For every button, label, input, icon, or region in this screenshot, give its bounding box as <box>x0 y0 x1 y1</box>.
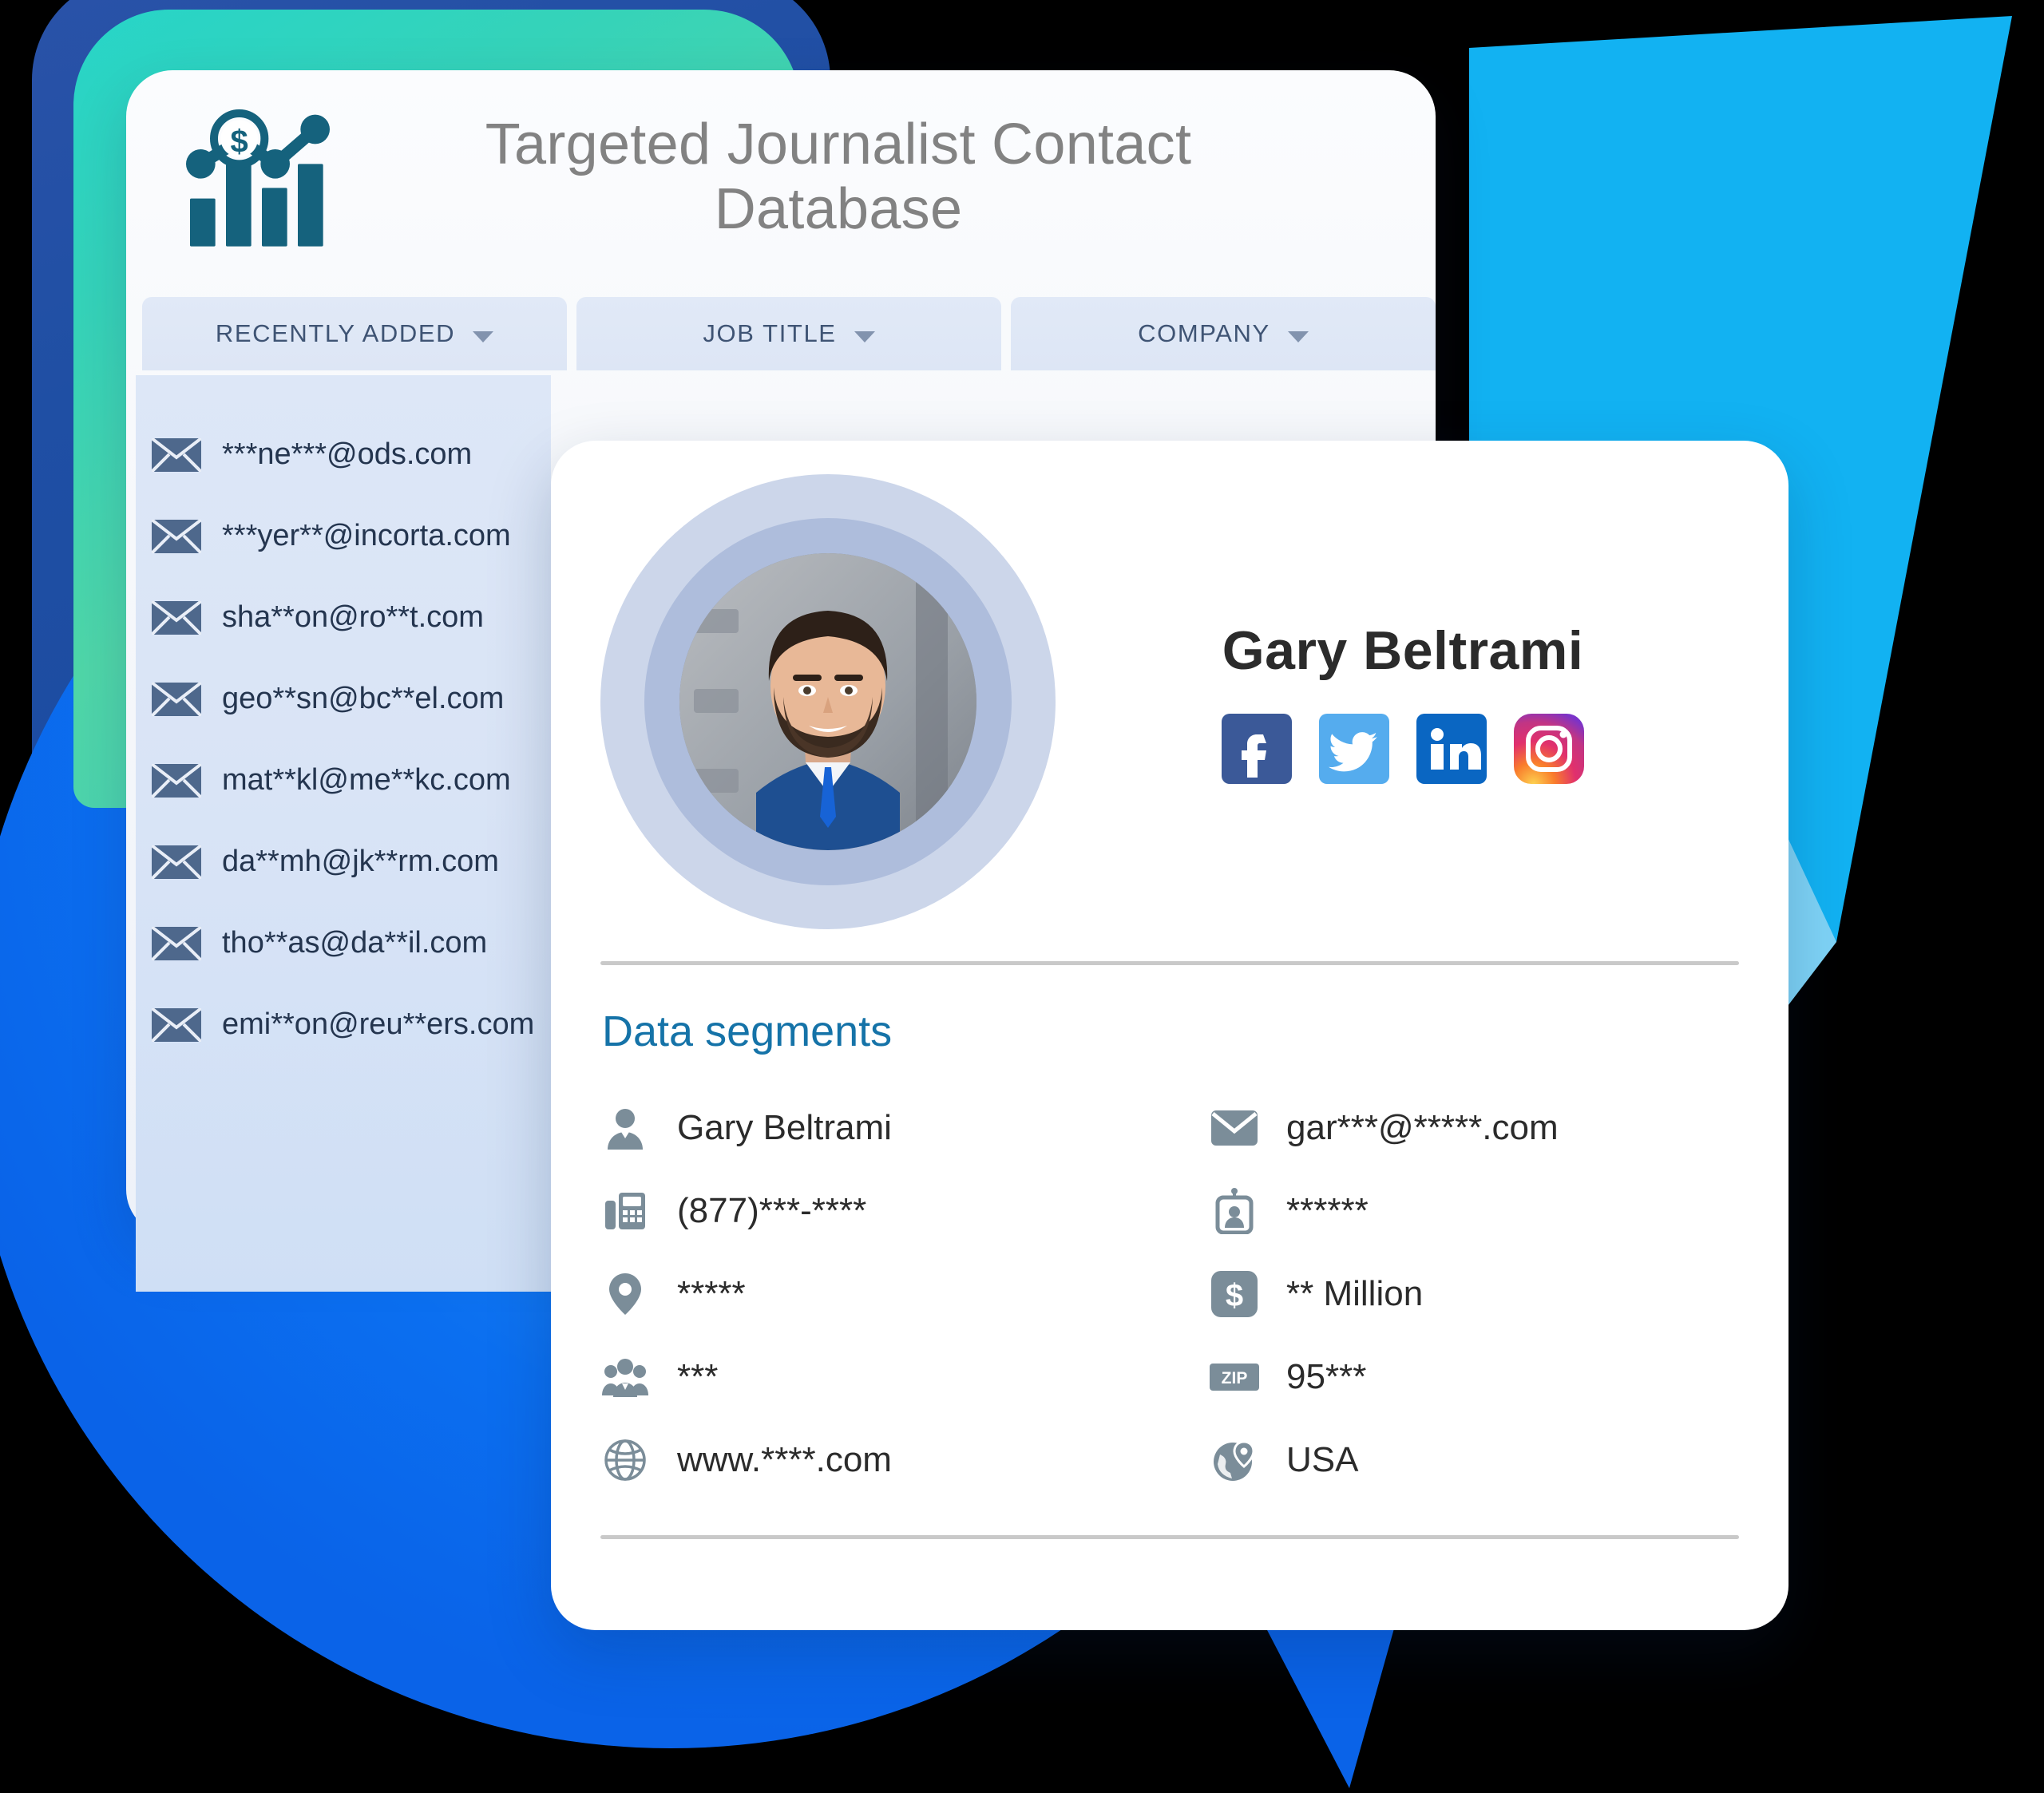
list-item[interactable]: emi**on@reu**ers.com <box>136 984 551 1065</box>
segment-row-revenue: $ ** Million <box>1210 1253 1788 1336</box>
svg-text:$: $ <box>231 124 248 159</box>
tab-recently-added[interactable]: RECENTLY ADDED <box>142 297 567 370</box>
fax-phone-icon <box>600 1186 650 1236</box>
list-item[interactable]: ***yer**@incorta.com <box>136 495 551 576</box>
location-pin-icon <box>600 1269 650 1319</box>
segment-value: *** <box>677 1357 719 1396</box>
envelope-icon <box>152 764 201 798</box>
segment-value: ***** <box>677 1274 746 1313</box>
chevron-down-icon <box>473 331 494 342</box>
tab-job-title-label: JOB TITLE <box>703 319 837 347</box>
avatar-photo <box>679 553 976 850</box>
tab-company-label: COMPANY <box>1138 319 1270 347</box>
filter-tab-row: RECENTLY ADDED JOB TITLE COMPANY <box>126 249 1436 370</box>
person-icon <box>600 1103 650 1153</box>
list-item[interactable]: sha**on@ro**t.com <box>136 576 551 658</box>
envelope-icon <box>1210 1103 1259 1153</box>
avatar <box>600 474 1056 929</box>
twitter-icon[interactable] <box>1319 714 1389 784</box>
segment-row-phone: (877)***-**** <box>600 1170 1179 1253</box>
page-title: Targeted Journalist Contact Database <box>485 113 1192 241</box>
envelope-icon <box>152 601 201 635</box>
list-item[interactable]: tho**as@da**il.com <box>136 902 551 984</box>
contact-header: Gary Beltrami <box>551 441 1788 929</box>
contact-name: Gary Beltrami <box>1222 620 1584 681</box>
segment-row-name: Gary Beltrami <box>600 1086 1179 1170</box>
segment-value: gar***@*****.com <box>1286 1108 1559 1147</box>
email-address: ***ne***@ods.com <box>222 437 473 471</box>
segment-value: Gary Beltrami <box>677 1108 892 1147</box>
data-segments-left-column: Gary Beltrami (877)***-**** ***** *** ww… <box>551 1086 1179 1502</box>
dollar-icon: $ <box>1210 1269 1259 1319</box>
zip-icon: ZIP <box>1210 1352 1259 1402</box>
people-group-icon <box>600 1352 650 1402</box>
list-item[interactable]: da**mh@jk**rm.com <box>136 821 551 902</box>
email-address: ***yer**@incorta.com <box>222 518 511 552</box>
social-links <box>1056 714 1750 784</box>
chevron-down-icon <box>1287 331 1309 342</box>
segment-row-employees: *** <box>600 1336 1179 1419</box>
envelope-icon <box>152 683 201 716</box>
segment-value: (877)***-**** <box>677 1191 867 1230</box>
segment-row-email: gar***@*****.com <box>1210 1086 1788 1170</box>
chevron-down-icon <box>854 331 875 342</box>
segment-row-website: www.****.com <box>600 1419 1179 1502</box>
segment-value: 95*** <box>1286 1357 1367 1396</box>
segment-row-zip: ZIP 95*** <box>1210 1336 1788 1419</box>
bar-chart-dollar-icon: $ <box>186 109 330 247</box>
envelope-icon <box>152 438 201 472</box>
screenshot-root: $ Targeted Journalist Contact Database R… <box>0 0 2044 1793</box>
email-address: emi**on@reu**ers.com <box>222 1007 535 1041</box>
envelope-icon <box>152 845 201 879</box>
list-item[interactable]: ***ne***@ods.com <box>136 414 551 495</box>
contact-identity: Gary Beltrami <box>1056 619 1788 784</box>
segment-row-title: ****** <box>1210 1170 1788 1253</box>
envelope-icon <box>152 1008 201 1042</box>
svg-text:$: $ <box>1226 1278 1243 1313</box>
tab-recently-added-label: RECENTLY ADDED <box>215 319 456 347</box>
email-address: geo**sn@bc**el.com <box>222 681 505 715</box>
globe-pin-icon <box>1210 1435 1259 1485</box>
segment-value: www.****.com <box>677 1440 892 1479</box>
data-segments-heading: Data segments <box>602 1007 893 1055</box>
linkedin-icon[interactable] <box>1416 714 1487 784</box>
contact-detail-card: Gary Beltrami Data segments Gary Beltram… <box>551 441 1788 1630</box>
svg-text:ZIP: ZIP <box>1222 1369 1248 1387</box>
list-item[interactable]: geo**sn@bc**el.com <box>136 658 551 739</box>
list-item[interactable]: mat**kl@me**kc.com <box>136 739 551 821</box>
recently-added-email-list[interactable]: ***ne***@ods.com ***yer**@incorta.com sh… <box>136 375 551 1292</box>
data-segments-grid: Gary Beltrami (877)***-**** ***** *** ww… <box>551 1056 1788 1502</box>
section-divider-bottom <box>600 1535 1739 1539</box>
email-address: tho**as@da**il.com <box>222 925 488 960</box>
id-badge-icon <box>1210 1186 1259 1236</box>
segment-row-country: USA <box>1210 1419 1788 1502</box>
globe-icon <box>600 1435 650 1485</box>
envelope-icon <box>152 927 201 960</box>
segment-value: ****** <box>1286 1191 1369 1230</box>
segment-row-location: ***** <box>600 1253 1179 1336</box>
email-address: sha**on@ro**t.com <box>222 600 484 634</box>
facebook-icon[interactable] <box>1222 714 1292 784</box>
panel-header: $ Targeted Journalist Contact Database <box>126 70 1436 249</box>
segment-value: ** Million <box>1286 1274 1424 1313</box>
segment-value: USA <box>1286 1440 1359 1479</box>
email-address: mat**kl@me**kc.com <box>222 762 511 797</box>
tab-company[interactable]: COMPANY <box>1011 297 1436 370</box>
email-address: da**mh@jk**rm.com <box>222 844 499 878</box>
avatar-ring <box>644 518 1012 885</box>
data-segments-right-column: gar***@*****.com ****** $ ** Million ZIP… <box>1179 1086 1788 1502</box>
envelope-icon <box>152 520 201 553</box>
instagram-icon[interactable] <box>1514 714 1584 784</box>
tab-job-title[interactable]: JOB TITLE <box>576 297 1001 370</box>
